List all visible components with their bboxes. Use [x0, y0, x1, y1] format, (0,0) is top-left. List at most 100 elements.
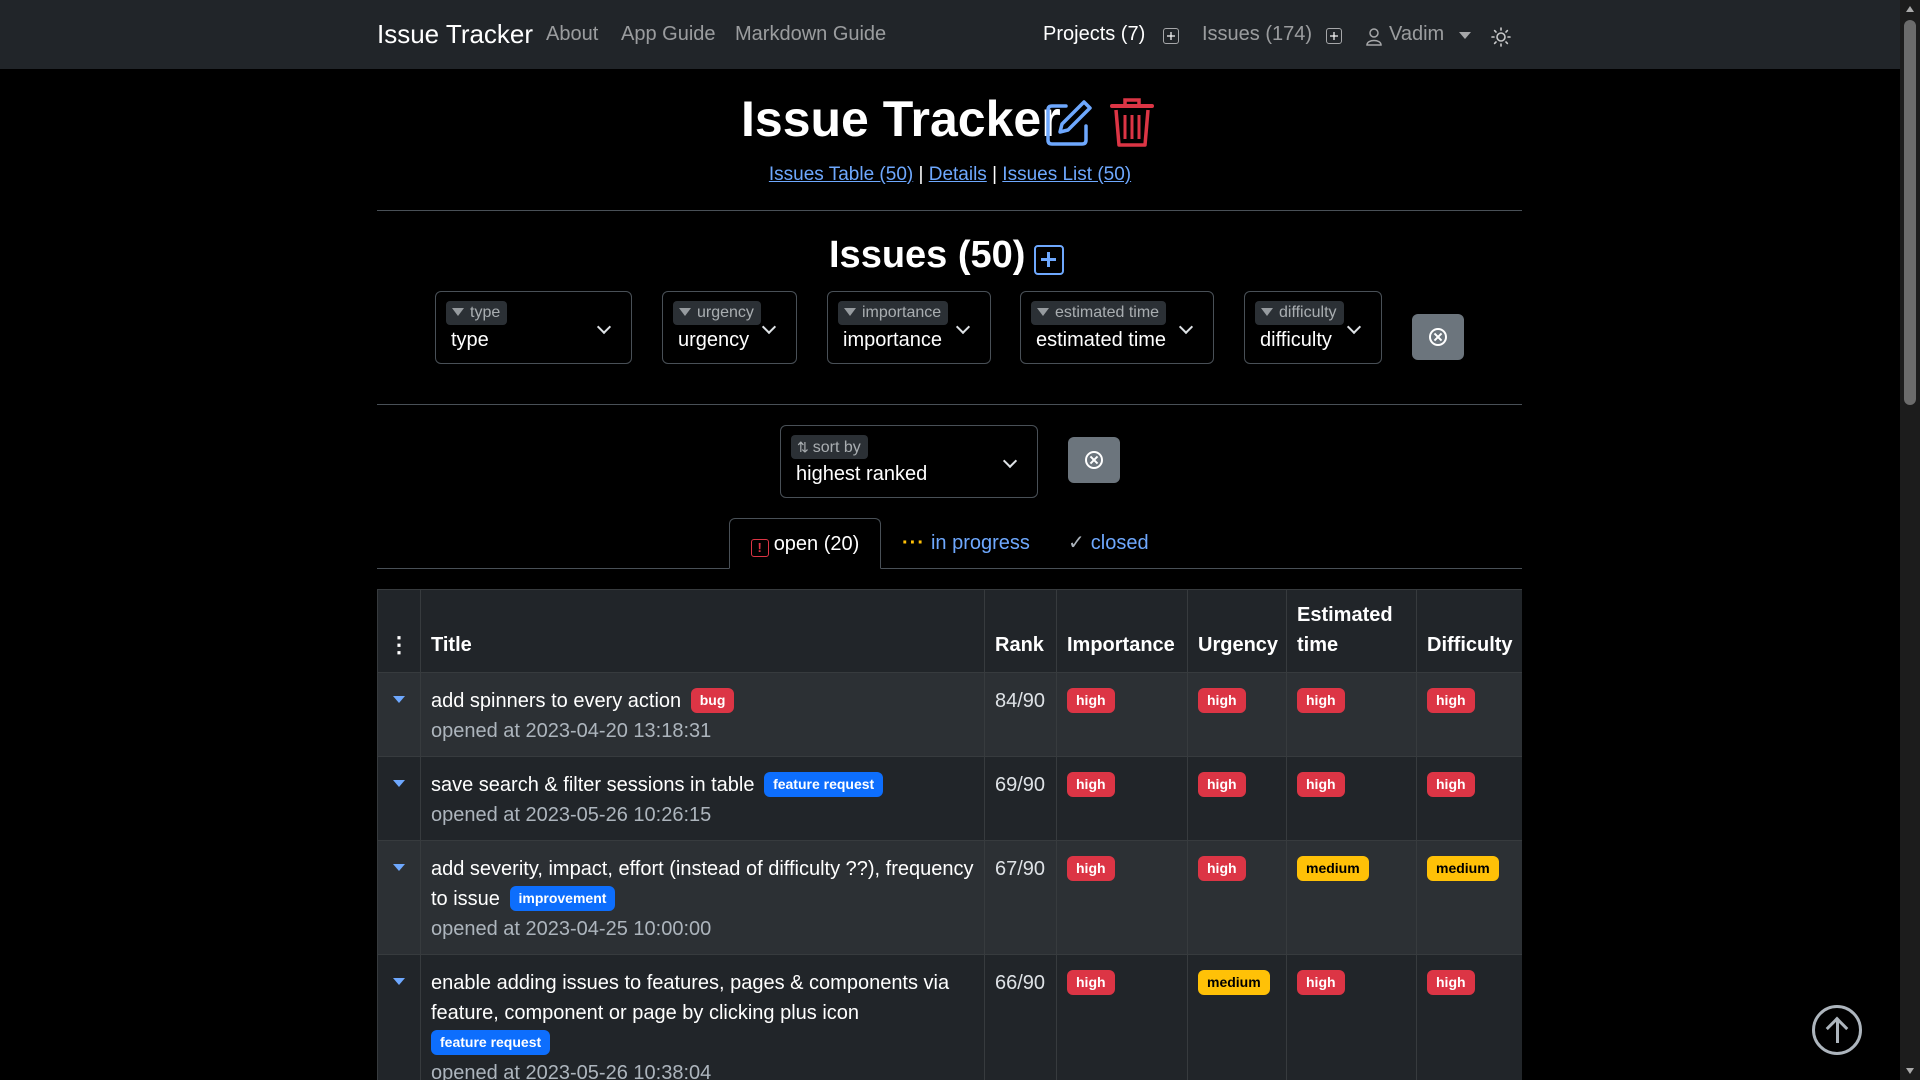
issues-heading: Issues (50) [829, 234, 1026, 276]
divider [377, 404, 1522, 405]
importance-badge: high [1067, 688, 1115, 713]
nav-link-about[interactable]: About [546, 23, 598, 46]
divider [377, 210, 1522, 211]
filter-label: urgency [673, 301, 761, 325]
scrollbar-thumb[interactable] [1904, 20, 1916, 405]
filter-difficulty[interactable]: difficulty difficulty [1244, 291, 1382, 364]
caret-down-icon[interactable] [1459, 32, 1471, 40]
estimated-time-cell: high [1286, 672, 1417, 757]
filter-urgency[interactable]: urgency urgency [662, 291, 797, 364]
tab-in-progress[interactable]: ··· in progress [902, 518, 1030, 569]
chevron-down-icon [1178, 319, 1194, 335]
link-separator: | [918, 164, 924, 185]
title-cell: enable adding issues to features, pages … [420, 954, 985, 1080]
importance-cell: high [1056, 840, 1188, 955]
issue-title[interactable]: enable adding issues to features, pages … [431, 972, 949, 1024]
edit-icon[interactable] [1044, 98, 1094, 148]
filter-type[interactable]: type type [435, 291, 632, 364]
clear-circle-icon [1429, 328, 1447, 346]
importance-cell: high [1056, 672, 1188, 757]
expand-cell[interactable] [377, 954, 421, 1080]
link-separator: | [992, 164, 998, 185]
caret-down-icon[interactable] [393, 696, 405, 703]
clear-sort-button[interactable] [1068, 437, 1120, 483]
urgency-badge: medium [1198, 970, 1270, 995]
nav-link-projects[interactable]: Projects (7) [1043, 23, 1145, 46]
difficulty-cell: high [1416, 756, 1522, 841]
filter-label: importance [838, 301, 949, 325]
filter-value: importance [843, 329, 942, 351]
user-menu[interactable]: Vadim [1389, 23, 1444, 46]
filter-value: difficulty [1260, 329, 1332, 351]
sort-select[interactable]: ⇅ sort by highest ranked [780, 425, 1038, 498]
navbar-brand[interactable]: Issue Tracker [377, 19, 533, 50]
urgency-badge: high [1198, 772, 1246, 797]
header-rank[interactable]: Rank [984, 589, 1057, 673]
estimated-time-badge: high [1297, 970, 1345, 995]
chevron-down-icon [761, 319, 777, 335]
navbar: Issue Tracker About App Guide Markdown G… [0, 0, 1900, 69]
tab-open[interactable]: ! open (20) [729, 518, 881, 569]
issue-title[interactable]: add spinners to every action [431, 690, 681, 712]
scroll-to-top-button[interactable] [1812, 1005, 1862, 1055]
table-row: enable adding issues to features, pages … [377, 954, 1522, 1080]
page-title: Issue Tracker [741, 91, 1061, 147]
funnel-icon [844, 308, 856, 316]
caret-down-icon[interactable] [393, 864, 405, 871]
estimated-time-badge: high [1297, 688, 1345, 713]
delete-trash-icon[interactable] [1110, 98, 1154, 148]
urgency-badge: high [1198, 856, 1246, 881]
clear-filters-button[interactable] [1412, 314, 1464, 360]
header-urgency[interactable]: Urgency [1187, 589, 1287, 673]
expand-cell[interactable] [377, 840, 421, 955]
issue-title[interactable]: save search & filter sessions in table [431, 774, 755, 796]
tab-closed[interactable]: ✓ closed [1068, 518, 1149, 569]
estimated-time-cell: high [1286, 954, 1417, 1080]
header-difficulty[interactable]: Difficulty [1416, 589, 1522, 673]
nav-link-markdown-guide[interactable]: Markdown Guide [735, 23, 886, 46]
chevron-down-icon [955, 319, 971, 335]
link-details[interactable]: Details [929, 164, 987, 185]
header-estimated-time[interactable]: Estimated time [1286, 589, 1417, 673]
theme-toggle-sun-icon[interactable] [1491, 27, 1511, 47]
header-importance[interactable]: Importance [1056, 589, 1188, 673]
filter-estimated-time[interactable]: estimated time estimated time [1020, 291, 1214, 364]
filter-value: estimated time [1036, 329, 1167, 351]
estimated-time-badge: medium [1297, 856, 1369, 881]
nav-link-issues[interactable]: Issues (174) [1202, 23, 1312, 46]
link-issues-list[interactable]: Issues List (50) [1002, 164, 1131, 185]
estimated-time-cell: high [1286, 756, 1417, 841]
add-issue-button[interactable] [1034, 245, 1064, 275]
importance-badge: high [1067, 772, 1115, 797]
page-scrollbar[interactable] [1900, 0, 1920, 1080]
scroll-down-arrow-icon[interactable] [1906, 1068, 1914, 1074]
filter-label: difficulty [1255, 301, 1344, 325]
opened-at: opened at 2023-04-25 10:00:00 [431, 918, 712, 940]
scroll-up-arrow-icon[interactable] [1906, 6, 1914, 12]
caret-down-icon[interactable] [393, 978, 405, 985]
opened-at: opened at 2023-04-20 13:18:31 [431, 720, 712, 742]
column-menu-icon[interactable]: ⋮ [377, 589, 421, 673]
difficulty-badge: high [1427, 970, 1475, 995]
link-issues-table[interactable]: Issues Table (50) [769, 164, 913, 185]
add-project-icon[interactable] [1163, 28, 1179, 44]
expand-cell[interactable] [377, 672, 421, 757]
exclamation-square-icon: ! [750, 539, 769, 557]
title-cell: add severity, impact, effort (instead of… [420, 840, 985, 955]
nav-link-app-guide[interactable]: App Guide [621, 23, 716, 46]
filter-importance[interactable]: importance importance [827, 291, 991, 364]
caret-down-icon[interactable] [393, 780, 405, 787]
filter-value: urgency [678, 329, 750, 351]
project-sub-links: Issues Table (50) | Details | Issues Lis… [0, 164, 1900, 186]
funnel-icon [1037, 308, 1049, 316]
expand-cell[interactable] [377, 756, 421, 841]
sort-value: highest ranked [796, 463, 928, 485]
funnel-icon [452, 308, 464, 316]
check-icon: ✓ [1068, 532, 1085, 554]
type-badge: bug [690, 688, 735, 713]
importance-badge: high [1067, 856, 1115, 881]
chevron-down-icon [596, 319, 612, 335]
header-title[interactable]: Title [420, 589, 985, 673]
rank-cell: 67/90 [984, 840, 1057, 955]
add-issue-nav-icon[interactable] [1326, 28, 1342, 44]
